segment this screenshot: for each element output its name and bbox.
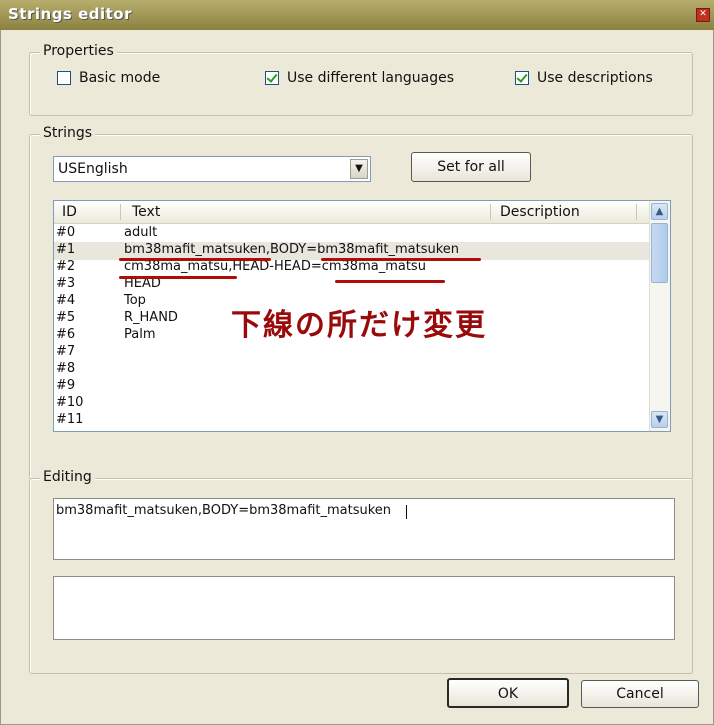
row-text: R_HAND [124,310,178,325]
set-for-all-label: Set for all [437,159,505,175]
description-editor[interactable] [53,576,675,640]
set-for-all-button[interactable]: Set for all [411,152,531,182]
table-row[interactable]: #8 [54,361,650,379]
row-id: #3 [56,276,76,291]
text-caret [406,505,407,519]
strings-legend: Strings [40,125,96,141]
table-row[interactable]: #7 [54,344,650,362]
row-id: #6 [56,327,76,342]
editing-legend: Editing [40,469,95,485]
table-row[interactable]: #11 [54,412,650,430]
cancel-button[interactable]: Cancel [581,680,699,708]
row-text: cm38ma_matsu,HEAD-HEAD=cm38ma_matsu [124,259,426,274]
chevron-down-icon[interactable]: ▼ [350,159,368,179]
row-id: #1 [56,242,76,257]
text-editor[interactable]: bm38mafit_matsuken,BODY=bm38mafit_matsuk… [53,498,675,560]
table-row[interactable]: #9 [54,378,650,396]
close-icon[interactable]: ✕ [696,8,710,22]
use-descriptions-checkbox[interactable]: Use descriptions [515,70,653,86]
basic-mode-checkbox[interactable]: Basic mode [57,70,160,86]
table-row[interactable]: #2 cm38ma_matsu,HEAD-HEAD=cm38ma_matsu [54,259,650,277]
ok-label: OK [497,686,519,702]
row-id: #2 [56,259,76,274]
text-editor-value: bm38mafit_matsuken,BODY=bm38mafit_matsuk… [56,503,392,518]
column-divider[interactable] [490,204,491,220]
ok-button[interactable]: OK [447,678,569,708]
list-header: ID Text Description [54,201,650,224]
basic-mode-box[interactable] [57,71,71,85]
underline-annotation [335,280,445,283]
window-title: Strings editor [8,5,133,23]
table-row[interactable]: #0 adult [54,225,650,243]
column-text[interactable]: Text [132,204,160,220]
language-select[interactable]: USEnglish ▼ [53,156,371,182]
row-id: #11 [56,412,84,427]
underline-annotation [119,276,237,279]
column-id[interactable]: ID [62,204,77,220]
row-text: bm38mafit_matsuken,BODY=bm38mafit_matsuk… [124,242,460,257]
row-text: Top [124,293,146,308]
vertical-scrollbar[interactable]: ▲ ▼ [649,201,670,431]
row-id: #4 [56,293,76,308]
row-id: #8 [56,361,76,376]
use-descriptions-label: Use descriptions [537,70,653,86]
table-row[interactable]: #10 [54,395,650,413]
column-description[interactable]: Description [500,204,580,220]
cancel-label: Cancel [616,686,664,702]
use-languages-box[interactable] [265,71,279,85]
row-text: Palm [124,327,156,342]
scroll-up-icon[interactable]: ▲ [651,203,668,220]
use-languages-label: Use different languages [287,70,454,86]
title-bar: Strings editor ✕ [0,0,714,31]
scroll-thumb[interactable] [651,223,668,283]
column-divider[interactable] [636,204,637,220]
row-text: adult [124,225,158,240]
use-descriptions-box[interactable] [515,71,529,85]
language-value: USEnglish [58,161,128,177]
use-languages-checkbox[interactable]: Use different languages [265,70,454,86]
column-divider[interactable] [120,204,121,220]
underline-annotation [321,258,481,261]
properties-legend: Properties [40,43,117,59]
row-id: #9 [56,378,76,393]
row-id: #10 [56,395,84,410]
row-id: #5 [56,310,76,325]
row-id: #7 [56,344,76,359]
dialog-body: Properties Basic mode Use different lang… [0,30,714,725]
basic-mode-label: Basic mode [79,70,161,86]
underline-annotation [119,258,271,261]
annotation-note: 下線の所だけ変更 [230,307,487,344]
row-id: #0 [56,225,76,240]
scroll-down-icon[interactable]: ▼ [651,411,668,428]
